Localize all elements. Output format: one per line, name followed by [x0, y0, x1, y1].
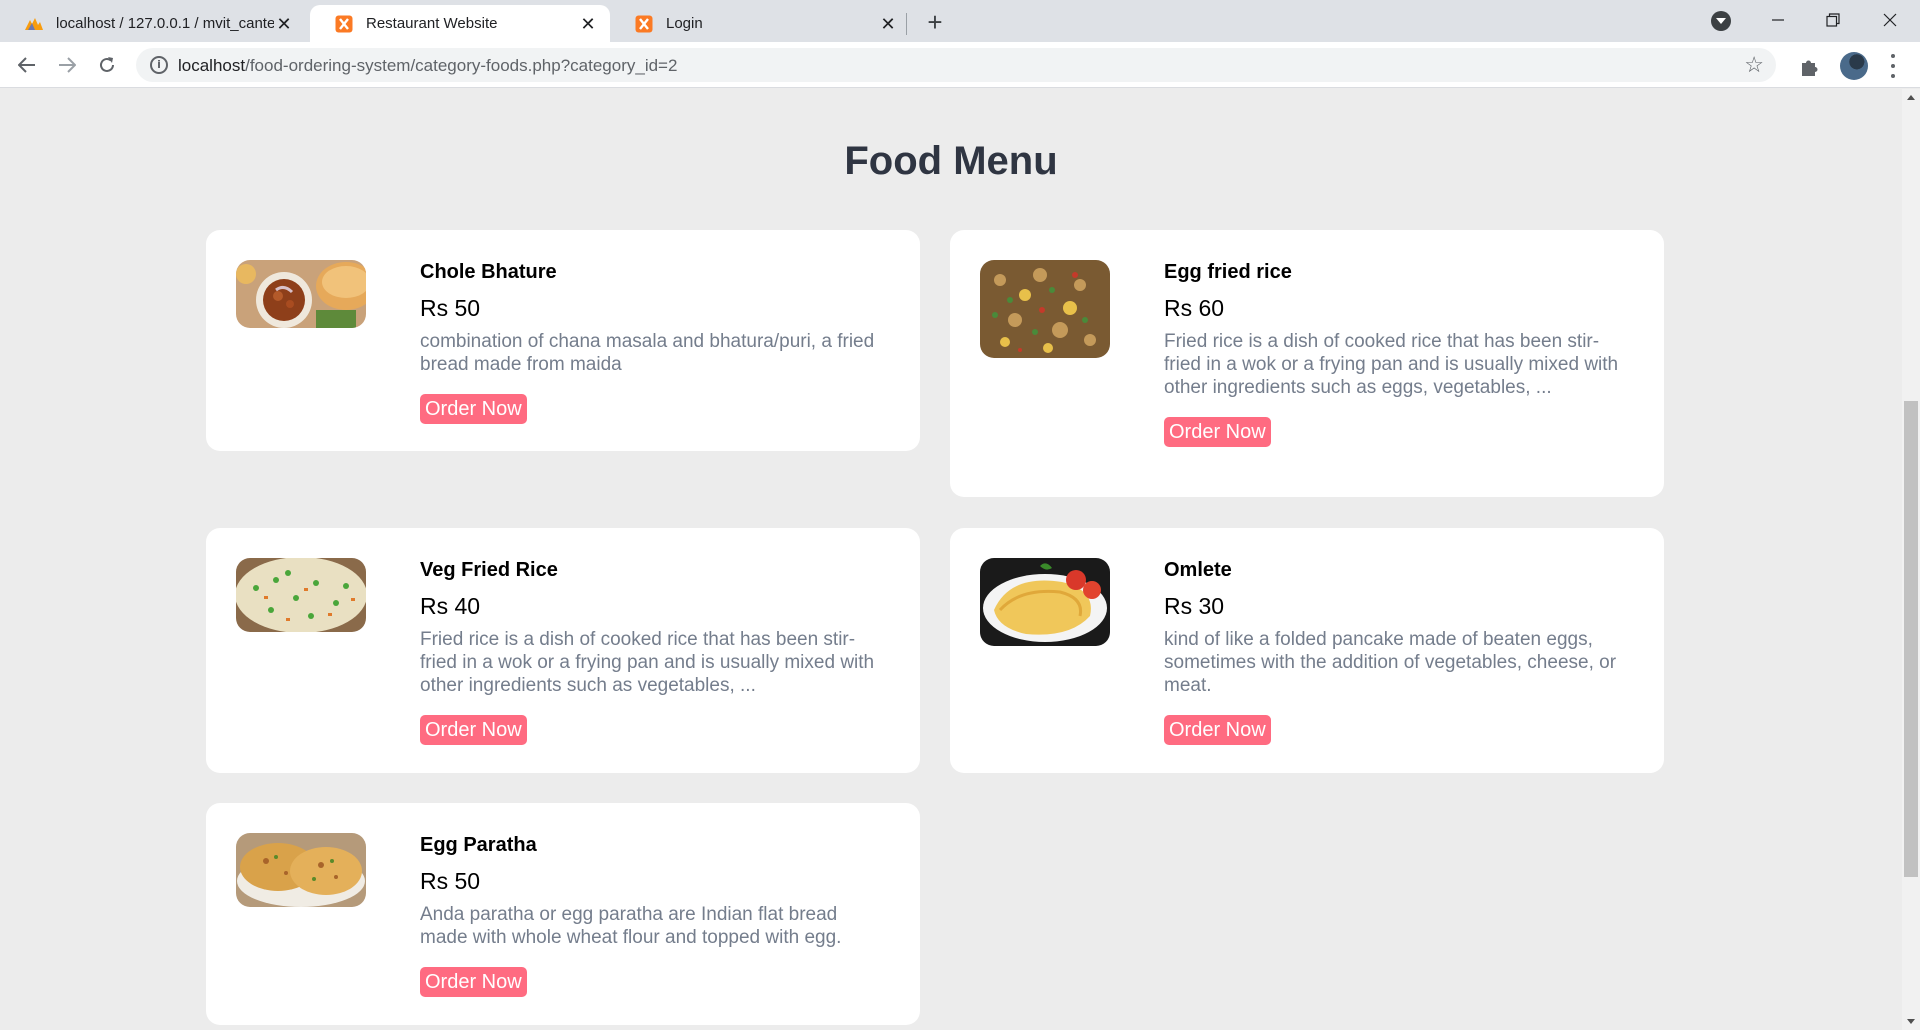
food-price: Rs 30	[1164, 593, 1225, 619]
food-description: Fried rice is a dish of cooked rice that…	[1164, 331, 1619, 398]
browser-toolbar: i localhost/food-ordering-system/categor…	[0, 42, 1920, 88]
food-info: Egg fried rice Rs 60 Fried rice is a dis…	[1164, 260, 1634, 447]
tab-title: Login	[666, 15, 703, 32]
close-icon[interactable]: ✕	[878, 14, 898, 34]
extensions-puzzle-icon[interactable]	[1798, 56, 1820, 78]
minimize-icon	[1772, 19, 1784, 21]
page-title: Food Menu	[844, 139, 1058, 183]
food-info: Veg Fried Rice Rs 40 Fried rice is a dis…	[420, 558, 890, 745]
browser-tab-strip: localhost / 127.0.0.1 / mvit_canteen ✕ R…	[0, 0, 1920, 42]
food-info: Chole Bhature Rs 50 combination of chana…	[420, 260, 890, 424]
forward-button[interactable]	[52, 50, 82, 80]
scroll-up-arrow-icon[interactable]	[1907, 95, 1915, 100]
food-name: Chole Bhature	[420, 261, 557, 283]
close-icon[interactable]: ✕	[274, 14, 294, 34]
food-price: Rs 40	[420, 593, 481, 619]
egg-paratha-photo	[236, 833, 366, 907]
food-info: Egg Paratha Rs 50 Anda paratha or egg pa…	[420, 833, 890, 997]
food-description: Fried rice is a dish of cooked rice that…	[420, 629, 875, 696]
page-viewport: Food Menu Chole Bhature Rs 50 combinatio…	[0, 89, 1902, 1030]
tab-restaurant-website[interactable]: Restaurant Website ✕	[310, 5, 610, 42]
close-icon	[1883, 13, 1897, 27]
bookmark-star-icon[interactable]: ☆	[1744, 52, 1764, 78]
food-card: Chole Bhature Rs 50 combination of chana…	[206, 230, 920, 451]
tab-title: Restaurant Website	[366, 15, 498, 32]
chevron-down-icon	[1716, 18, 1726, 24]
phpmyadmin-icon	[24, 14, 44, 34]
food-card: Veg Fried Rice Rs 40 Fried rice is a dis…	[206, 528, 920, 773]
food-description: kind of like a folded pancake made of be…	[1164, 629, 1617, 696]
scrollbar-thumb[interactable]	[1904, 401, 1918, 877]
food-price: Rs 50	[420, 868, 481, 894]
food-card: Egg Paratha Rs 50 Anda paratha or egg pa…	[206, 803, 920, 1025]
food-description: Anda paratha or egg paratha are Indian f…	[420, 904, 842, 948]
chole-bhature-photo	[236, 260, 366, 328]
new-tab-button[interactable]: +	[920, 8, 950, 38]
menu-kebab-icon[interactable]	[1888, 54, 1898, 78]
egg-fried-rice-photo	[980, 260, 1110, 358]
food-info: Omlete Rs 30 kind of like a folded panca…	[1164, 558, 1634, 745]
food-name: Veg Fried Rice	[420, 559, 558, 581]
order-now-button[interactable]: Order Now	[420, 715, 527, 745]
arrow-left-icon	[18, 57, 35, 73]
reload-button[interactable]	[92, 50, 122, 80]
xampp-icon	[334, 14, 354, 34]
url-text[interactable]: localhost/food-ordering-system/category-…	[178, 56, 677, 76]
food-price: Rs 60	[1164, 295, 1225, 321]
profile-avatar[interactable]	[1840, 52, 1868, 80]
food-name: Egg fried rice	[1164, 261, 1292, 283]
scroll-down-arrow-icon[interactable]	[1907, 1019, 1915, 1024]
food-card: Omlete Rs 30 kind of like a folded panca…	[950, 528, 1664, 773]
order-now-button[interactable]: Order Now	[1164, 417, 1271, 447]
restore-icon	[1826, 13, 1840, 27]
restore-button[interactable]	[1813, 6, 1853, 34]
food-name: Omlete	[1164, 559, 1232, 581]
tab-login[interactable]: Login ✕	[610, 5, 910, 42]
close-icon[interactable]: ✕	[578, 14, 598, 34]
food-name: Egg Paratha	[420, 834, 537, 856]
order-now-button[interactable]: Order Now	[420, 394, 527, 424]
omelette-photo	[980, 558, 1110, 646]
tab-title: localhost / 127.0.0.1 / mvit_canteen	[56, 15, 274, 32]
tab-separator	[906, 13, 907, 35]
xampp-icon	[634, 14, 654, 34]
reload-icon	[100, 57, 114, 72]
order-now-button[interactable]: Order Now	[420, 967, 527, 997]
tab-phpmyadmin[interactable]: localhost / 127.0.0.1 / mvit_canteen ✕	[0, 5, 306, 42]
food-price: Rs 50	[420, 295, 481, 321]
food-description: combination of chana masala and bhatura/…	[420, 331, 875, 375]
tab-search-button[interactable]	[1711, 11, 1731, 31]
url-host: localhost	[178, 56, 246, 75]
order-now-button[interactable]: Order Now	[1164, 715, 1271, 745]
url-path: /food-ordering-system/category-foods.php…	[245, 56, 678, 75]
address-bar[interactable]: i localhost/food-ordering-system/categor…	[136, 48, 1776, 82]
minimize-button[interactable]	[1758, 6, 1798, 34]
back-button[interactable]	[12, 50, 42, 80]
arrow-right-icon	[59, 57, 76, 73]
vertical-scrollbar[interactable]	[1902, 89, 1920, 1030]
food-card: Egg fried rice Rs 60 Fried rice is a dis…	[950, 230, 1664, 497]
info-icon[interactable]: i	[150, 56, 168, 74]
veg-fried-rice-photo	[236, 558, 366, 632]
close-window-button[interactable]	[1870, 6, 1910, 34]
